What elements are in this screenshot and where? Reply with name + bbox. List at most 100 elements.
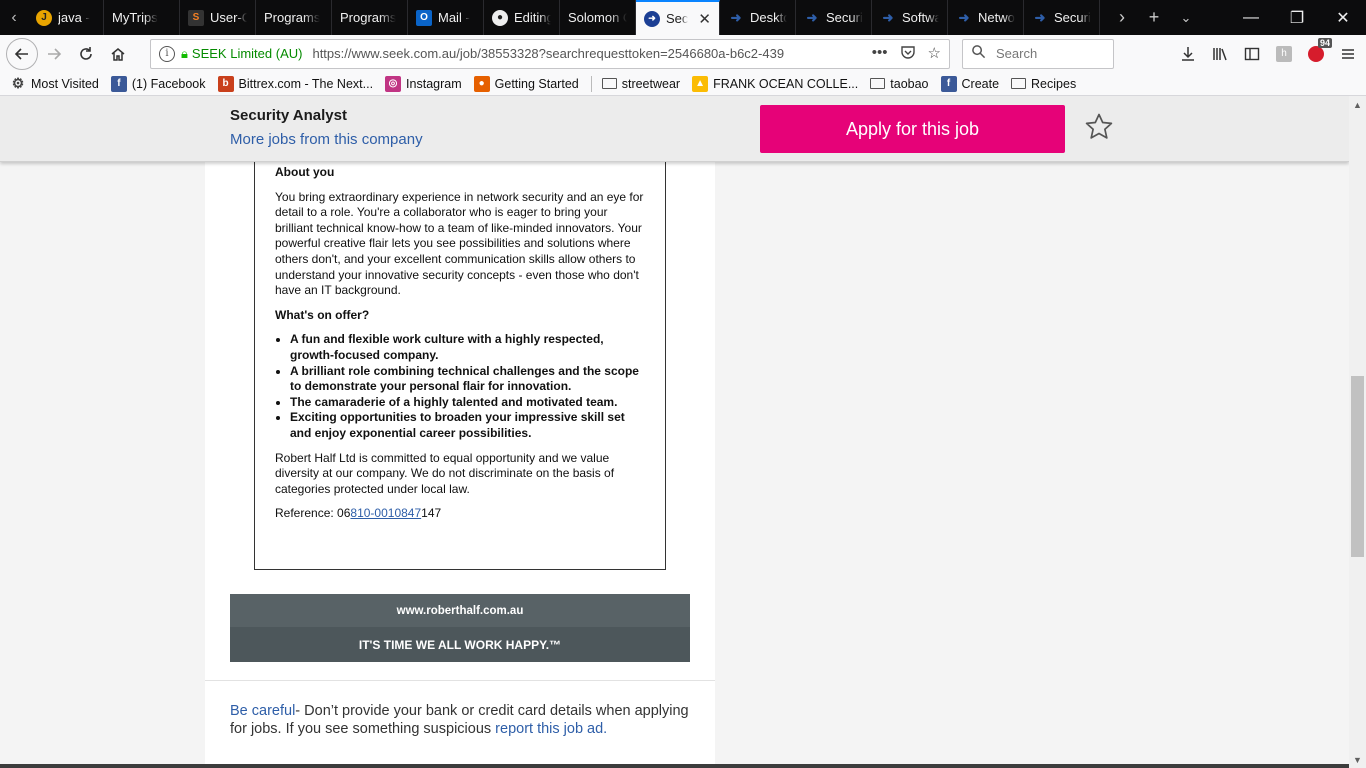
apply-button[interactable]: Apply for this job bbox=[760, 105, 1065, 153]
tab-label: java - bbox=[58, 10, 90, 25]
forward-button[interactable] bbox=[38, 38, 70, 70]
outlook-icon: O bbox=[416, 9, 432, 26]
tab-3[interactable]: Programs bbox=[256, 0, 332, 35]
search-input[interactable]: Search bbox=[962, 38, 1114, 69]
seek-icon: ➜ bbox=[644, 10, 660, 27]
home-button[interactable] bbox=[102, 38, 134, 70]
tab-label: Securi bbox=[1054, 10, 1091, 25]
bookmark-label: FRANK OCEAN COLLE... bbox=[713, 76, 859, 91]
bookmarks-toolbar: ⚙ Most Visited f (1) Facebook b Bittrex.com -… bbox=[0, 72, 1366, 96]
tab-strip: Jjava - MyTrips S User-C Programs Programs OM… bbox=[28, 0, 1100, 35]
reload-button[interactable] bbox=[70, 38, 102, 70]
scrollbar-thumb[interactable] bbox=[1351, 376, 1364, 557]
tab-label: Sec bbox=[666, 11, 689, 26]
tab-label: Softwa bbox=[902, 10, 939, 25]
navigation-bar: i 🔒︎ SEEK Limited (AU) https://www.seek.… bbox=[0, 35, 1366, 72]
bookmark-item[interactable]: f (1) Facebook bbox=[110, 75, 206, 92]
folder-icon bbox=[601, 78, 617, 89]
folder-icon bbox=[1011, 78, 1027, 89]
tab-10[interactable]: ➜ Securi bbox=[796, 0, 872, 35]
facebook-icon: f bbox=[940, 75, 957, 92]
bookmark-label: streetwear bbox=[621, 76, 681, 91]
seek-arrow-icon: ➜ bbox=[958, 9, 970, 25]
lock-icon: 🔒︎ bbox=[181, 45, 188, 61]
bookmark-item[interactable]: ⚙ Most Visited bbox=[10, 75, 99, 92]
safety-warning: Be careful- Don’t provide your bank or c… bbox=[230, 702, 700, 738]
bookmark-item[interactable]: ▲ FRANK OCEAN COLLE... bbox=[692, 75, 859, 92]
extension-reader-icon[interactable]: h bbox=[1270, 40, 1298, 68]
sidebar-icon[interactable] bbox=[1238, 40, 1266, 68]
tab-scroll-left-icon[interactable]: ‹ bbox=[0, 0, 28, 35]
bookmark-item[interactable]: streetwear bbox=[601, 76, 681, 91]
reference-phone-link[interactable]: 810-0010847 bbox=[350, 506, 421, 520]
back-button[interactable] bbox=[6, 37, 38, 70]
tab-8[interactable]: ➜ Sec ✕ bbox=[636, 0, 720, 35]
url-actions: ••• ☆ bbox=[872, 44, 941, 64]
tab-9[interactable]: ➜ Deskto bbox=[720, 0, 796, 35]
scroll-down-icon[interactable]: ▼ bbox=[1349, 751, 1366, 768]
tab-12[interactable]: ➜ Netwo bbox=[948, 0, 1024, 35]
tab-7[interactable]: Solomon C bbox=[560, 0, 636, 35]
scroll-up-icon[interactable]: ▲ bbox=[1349, 96, 1366, 113]
tab-scroll-right-icon[interactable]: › bbox=[1106, 7, 1138, 28]
tab-5[interactable]: O Mail - bbox=[408, 0, 484, 35]
bookmark-star-icon[interactable]: ☆ bbox=[928, 44, 941, 64]
firefox-icon: ● bbox=[473, 75, 490, 92]
tab-1[interactable]: MyTrips bbox=[104, 0, 180, 35]
site-identity[interactable]: SEEK Limited (AU) bbox=[192, 46, 303, 61]
bookmark-item[interactable]: b Bittrex.com - The Next... bbox=[217, 75, 373, 92]
bookmark-label: Recipes bbox=[1031, 76, 1077, 91]
bookmark-item[interactable]: ● Getting Started bbox=[473, 75, 579, 92]
company-tagline: IT'S TIME WE ALL WORK HAPPY.™ bbox=[230, 627, 690, 662]
tab-label: Editing bbox=[514, 10, 551, 25]
seek-arrow-icon: ➜ bbox=[882, 9, 894, 25]
search-placeholder: Search bbox=[996, 46, 1038, 61]
offer-item: A brilliant role combining technical cha… bbox=[290, 364, 645, 395]
reference-prefix: 06 bbox=[337, 506, 351, 521]
save-job-star-icon[interactable] bbox=[1083, 111, 1115, 143]
page-actions-icon[interactable]: ••• bbox=[872, 44, 888, 64]
bookmark-item[interactable]: taobao bbox=[870, 77, 929, 91]
menu-hamburger-icon[interactable] bbox=[1334, 40, 1362, 68]
report-ad-link[interactable]: report this job ad. bbox=[495, 721, 607, 737]
restore-icon[interactable]: ❐ bbox=[1274, 0, 1320, 35]
more-jobs-link[interactable]: More jobs from this company bbox=[230, 131, 423, 148]
company-footer-banner: www.roberthalf.com.au IT'S TIME WE ALL W… bbox=[230, 594, 690, 662]
reload-icon bbox=[80, 46, 92, 60]
extension-adblock-icon[interactable]: 94 bbox=[1302, 37, 1332, 68]
library-icon[interactable] bbox=[1206, 40, 1234, 68]
page-scrollbar[interactable]: ▲ ▼ bbox=[1349, 96, 1366, 768]
url-bar[interactable]: i 🔒︎ SEEK Limited (AU) https://www.seek.… bbox=[150, 38, 950, 69]
url-text[interactable]: https://www.seek.com.au/job/38553328?sea… bbox=[312, 46, 871, 61]
tab-11[interactable]: ➜ Softwa bbox=[872, 0, 948, 35]
offer-heading: What's on offer? bbox=[275, 307, 370, 322]
be-careful-link[interactable]: Be careful bbox=[230, 703, 295, 719]
company-website-link[interactable]: www.roberthalf.com.au bbox=[230, 594, 690, 627]
bookmark-label: Instagram bbox=[406, 76, 462, 91]
tab-list-chevron-icon[interactable]: ⌄ bbox=[1170, 10, 1202, 26]
downloads-icon[interactable] bbox=[1174, 40, 1202, 68]
close-window-icon[interactable]: ✕ bbox=[1320, 0, 1366, 35]
tab-2[interactable]: S User-C bbox=[180, 0, 256, 35]
site-info-icon[interactable]: i bbox=[159, 45, 175, 62]
minimize-icon[interactable]: — bbox=[1228, 0, 1274, 35]
offer-item: A fun and flexible work culture with a h… bbox=[290, 332, 645, 363]
back-arrow-icon bbox=[14, 47, 28, 60]
reference-label: Reference: bbox=[275, 506, 338, 521]
bookmark-item[interactable]: Recipes bbox=[1011, 77, 1076, 91]
tab-13[interactable]: ➜ Securi bbox=[1024, 0, 1100, 35]
bookmark-item[interactable]: ◎ Instagram bbox=[385, 75, 462, 92]
window-controls: — ❐ ✕ bbox=[1228, 0, 1366, 35]
close-tab-icon[interactable]: ✕ bbox=[698, 10, 711, 28]
pocket-icon[interactable] bbox=[900, 44, 916, 64]
tab-0[interactable]: Jjava - bbox=[28, 0, 104, 35]
tab-6[interactable]: ● Editing bbox=[484, 0, 560, 35]
taskbar-edge bbox=[0, 764, 1349, 768]
new-tab-icon[interactable]: + bbox=[1138, 7, 1170, 28]
job-ad-template: About you You bring extraordinary experi… bbox=[254, 162, 666, 570]
bookmark-item[interactable]: f Create bbox=[940, 75, 999, 92]
tab-4[interactable]: Programs bbox=[332, 0, 408, 35]
seek-arrow-icon: ➜ bbox=[1034, 9, 1046, 25]
github-icon: ● bbox=[492, 9, 508, 26]
tab-label: Programs bbox=[340, 10, 397, 25]
